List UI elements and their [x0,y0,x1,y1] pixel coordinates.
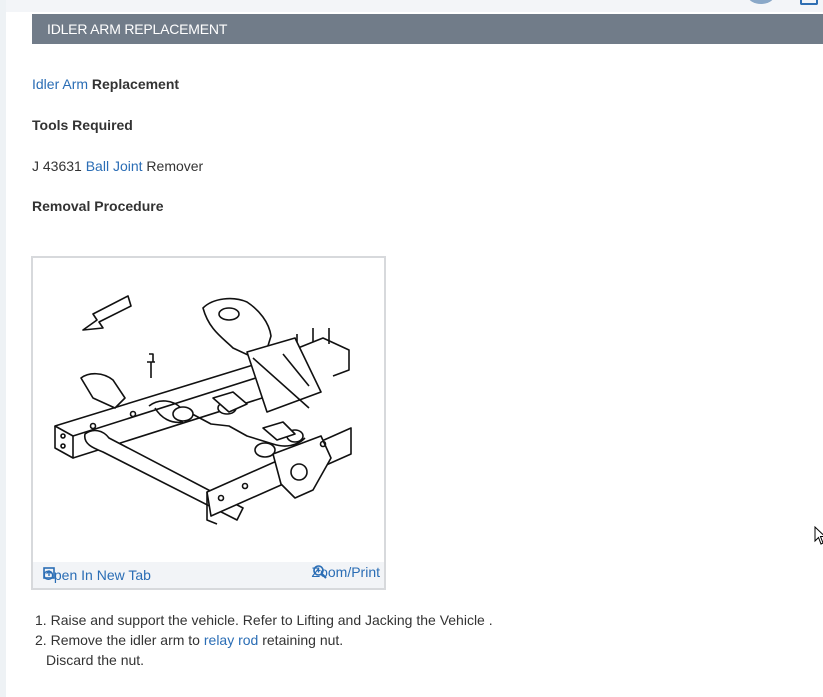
step-1: 1. Raise and support the vehicle. Refer … [35,610,493,630]
zoom-icon [312,565,327,579]
section-heading: Idler Arm Replacement [32,76,179,92]
tool-suffix: Remover [142,158,204,174]
tool-prefix: J 43631 [32,158,86,174]
figure-panel: Open In New Tab Zoom/Print [31,256,386,590]
top-toolbar-strip [6,0,823,12]
figure-footer: Open In New Tab Zoom/Print [33,562,384,588]
open-new-tab-icon [43,567,55,579]
step-number: 1. [35,612,47,628]
step-text-before: Remove the idler arm to [50,632,204,648]
step-text-after: retaining nut. [258,632,344,648]
removal-procedure-heading: Removal Procedure [32,198,164,214]
heading-rest: Replacement [88,76,180,92]
step-text: Raise and support the vehicle. Refer to … [50,612,493,628]
tools-required-heading: Tools Required [32,117,133,133]
ball-joint-link[interactable]: Ball Joint [86,158,143,174]
idler-arm-link[interactable]: Idler Arm [32,76,88,92]
document-icon[interactable] [800,0,818,5]
tool-line: J 43631 Ball Joint Remover [32,158,203,174]
page-title: IDLER ARM REPLACEMENT [32,14,823,44]
left-rail [0,0,6,697]
open-in-new-tab-button[interactable]: Open In New Tab [43,567,151,583]
zoom-print-button[interactable]: Zoom/Print [312,564,380,580]
procedure-steps: 1. Raise and support the vehicle. Refer … [35,610,493,670]
forward-arrow-icon [82,295,132,331]
step-number: 2. [35,632,47,648]
idler-arm-illustration[interactable] [33,258,384,562]
step-2: 2. Remove the idler arm to relay rod ret… [35,630,493,650]
open-in-new-tab-label: Open In New Tab [43,567,151,583]
relay-rod-link[interactable]: relay rod [204,632,258,648]
step-2-continuation: Discard the nut. [46,652,145,668]
mouse-pointer-icon [814,526,823,545]
